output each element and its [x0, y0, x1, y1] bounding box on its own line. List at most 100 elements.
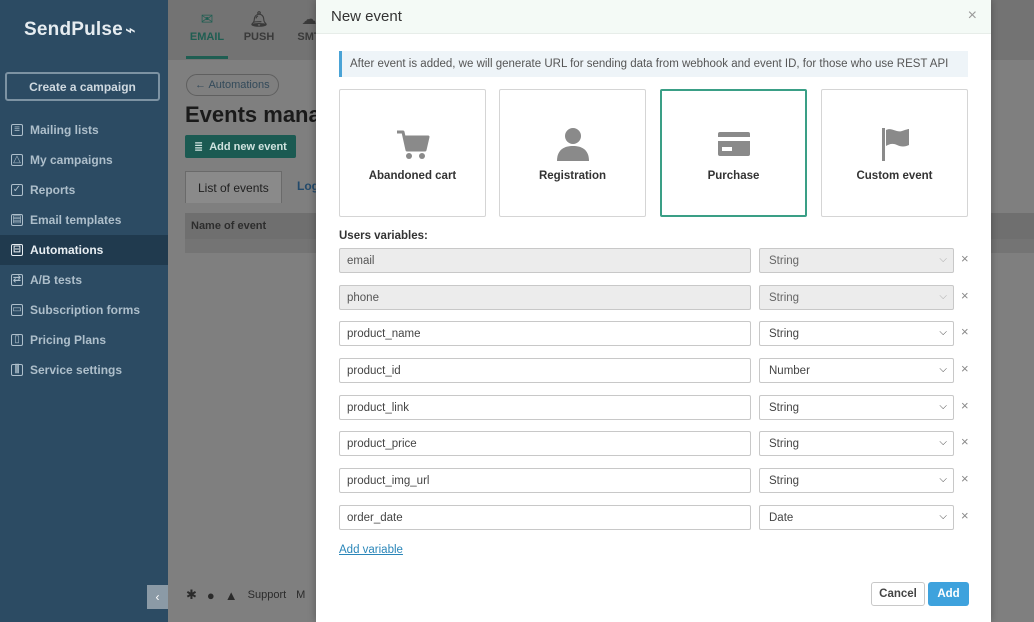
- variable-type-select[interactable]: String ⌵: [759, 431, 954, 456]
- chevron-down-icon: ⌵: [939, 401, 947, 412]
- add-new-event-button[interactable]: ≣ Add new event: [185, 135, 296, 158]
- sidebar-item-automations[interactable]: ⊟ Automations: [0, 235, 168, 265]
- cancel-button[interactable]: Cancel: [871, 582, 925, 606]
- apple-icon[interactable]: ●: [207, 588, 215, 603]
- event-type-abandoned-cart[interactable]: Abandoned cart: [339, 89, 486, 217]
- settings-icon: ⫼: [11, 364, 23, 376]
- campaign-icon: △: [11, 154, 23, 166]
- variable-row: Number ⌵ ×: [339, 358, 989, 383]
- variable-name-input[interactable]: [339, 505, 751, 530]
- remove-variable-icon[interactable]: ×: [961, 508, 969, 523]
- new-event-modal: New event × After event is added, we wil…: [316, 0, 991, 622]
- event-type-cards: Abandoned cart Registration Purchase Cus…: [339, 89, 968, 217]
- variable-row: Date ⌵ ×: [339, 505, 989, 530]
- variable-type-select[interactable]: Number ⌵: [759, 358, 954, 383]
- footer-more-link[interactable]: M: [296, 589, 305, 601]
- sidebar-item-pricing-plans[interactable]: ▯ Pricing Plans: [0, 325, 168, 355]
- remove-variable-icon[interactable]: ×: [961, 471, 969, 486]
- event-type-purchase[interactable]: Purchase: [660, 89, 807, 217]
- sidebar-menu: ≡ Mailing lists △ My campaigns ✓ Reports…: [0, 115, 168, 385]
- variable-type-select[interactable]: Date ⌵: [759, 505, 954, 530]
- breadcrumb[interactable]: ← Automations: [186, 74, 279, 96]
- list-icon: ≡: [11, 124, 23, 136]
- active-tab-indicator: [186, 56, 228, 59]
- event-type-custom-event[interactable]: Custom event: [821, 89, 968, 217]
- remove-variable-icon[interactable]: ×: [961, 251, 969, 266]
- variable-type-select[interactable]: String ⌵: [759, 395, 954, 420]
- event-type-registration[interactable]: Registration: [499, 89, 646, 217]
- remove-variable-icon[interactable]: ×: [961, 324, 969, 339]
- modal-title: New event: [331, 8, 402, 25]
- sidebar-item-ab-tests[interactable]: ⇄ A/B tests: [0, 265, 168, 295]
- close-icon[interactable]: ×: [968, 7, 977, 25]
- tab-push[interactable]: 🔔︎ PUSH: [234, 10, 284, 43]
- ab-icon: ⇄: [11, 274, 23, 286]
- remove-variable-icon[interactable]: ×: [961, 398, 969, 413]
- table-row: [185, 239, 325, 253]
- slack-icon[interactable]: ✱: [186, 587, 197, 603]
- create-campaign-button[interactable]: Create a campaign: [5, 72, 160, 101]
- variable-type-select: String ⌵: [759, 248, 954, 273]
- cart-icon: [396, 130, 429, 159]
- add-variable-link[interactable]: Add variable: [339, 544, 403, 556]
- remove-variable-icon[interactable]: ×: [961, 361, 969, 376]
- sidebar-item-mailing-lists[interactable]: ≡ Mailing lists: [0, 115, 168, 145]
- sidebar-item-email-templates[interactable]: ▤ Email templates: [0, 205, 168, 235]
- variable-type-select[interactable]: String ⌵: [759, 468, 954, 493]
- variable-row: String ⌵ ×: [339, 321, 989, 346]
- variable-name-input: [339, 248, 751, 273]
- users-variables-label: Users variables:: [339, 230, 428, 242]
- variable-name-input[interactable]: [339, 358, 751, 383]
- table-header-extra: [991, 213, 1034, 239]
- variable-row: String ⌵ ×: [339, 468, 989, 493]
- pricing-icon: ▯: [11, 334, 23, 346]
- modal-header: New event ×: [316, 0, 991, 34]
- variable-type-select: String ⌵: [759, 285, 954, 310]
- database-icon: ≣: [194, 141, 204, 153]
- email-icon: ✉: [200, 11, 214, 28]
- form-icon: ▭: [11, 304, 23, 316]
- automation-icon: ⊟: [11, 244, 23, 256]
- sidebar-item-subscription-forms[interactable]: ▭ Subscription forms: [0, 295, 168, 325]
- reports-icon: ✓: [11, 184, 23, 196]
- bell-icon: 🔔︎: [249, 11, 269, 28]
- variable-row: String ⌵ ×: [339, 285, 989, 310]
- tab-email[interactable]: ✉ EMAIL: [182, 10, 232, 43]
- variable-name-input[interactable]: [339, 468, 751, 493]
- chevron-left-icon: ‹: [155, 590, 160, 604]
- tab-list-of-events[interactable]: List of events: [185, 171, 282, 203]
- chevron-down-icon: ⌵: [939, 511, 947, 522]
- variable-name-input[interactable]: [339, 395, 751, 420]
- table-row: [991, 239, 1034, 253]
- collapse-sidebar-button[interactable]: ‹: [147, 585, 168, 609]
- variable-row: String ⌵ ×: [339, 431, 989, 456]
- template-icon: ▤: [11, 214, 23, 226]
- remove-variable-icon[interactable]: ×: [961, 288, 969, 303]
- variable-name-input[interactable]: [339, 431, 751, 456]
- support-link[interactable]: Support: [248, 589, 287, 601]
- variable-type-select[interactable]: String ⌵: [759, 321, 954, 346]
- sidebar-item-service-settings[interactable]: ⫼ Service settings: [0, 355, 168, 385]
- sidebar-item-my-campaigns[interactable]: △ My campaigns: [0, 145, 168, 175]
- remove-variable-icon[interactable]: ×: [961, 434, 969, 449]
- flag-icon: [881, 128, 909, 161]
- chevron-down-icon: ⌵: [939, 437, 947, 448]
- footer: ✱ ● ▲ Support M: [168, 575, 318, 615]
- chevron-down-icon: ⌵: [939, 254, 947, 265]
- chevron-down-icon: ⌵: [939, 291, 947, 302]
- sidebar-item-reports[interactable]: ✓ Reports: [0, 175, 168, 205]
- android-icon[interactable]: ▲: [225, 588, 238, 603]
- sidebar: SendPulse ⌁ Create a campaign ≡ Mailing …: [0, 0, 168, 622]
- variable-row: String ⌵ ×: [339, 395, 989, 420]
- variable-name-input[interactable]: [339, 321, 751, 346]
- info-message: After event is added, we will generate U…: [339, 51, 968, 77]
- logo[interactable]: SendPulse ⌁: [0, 0, 168, 60]
- variable-row: String ⌵ ×: [339, 248, 989, 273]
- pulse-logo-icon: ⌁: [124, 19, 136, 40]
- table-header-name: Name of event: [185, 213, 325, 239]
- credit-card-icon: [717, 132, 750, 156]
- user-icon: [556, 128, 589, 161]
- chevron-down-icon: ⌵: [939, 327, 947, 338]
- add-button[interactable]: Add: [928, 582, 969, 606]
- variable-name-input: [339, 285, 751, 310]
